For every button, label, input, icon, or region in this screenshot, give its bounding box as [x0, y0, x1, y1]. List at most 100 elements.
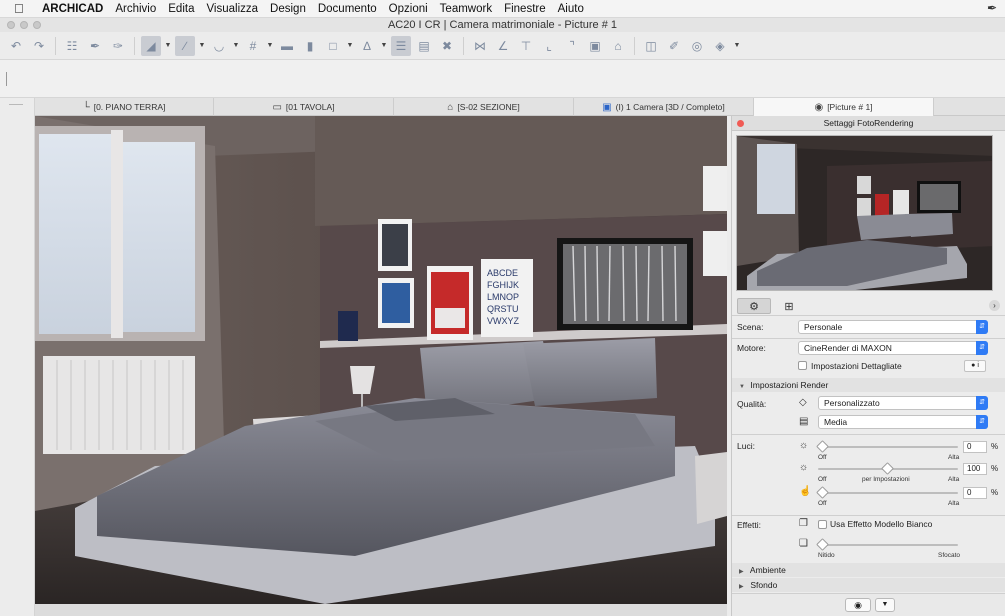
- adjust-icon[interactable]: ⌞: [539, 36, 559, 56]
- white-model-checkbox[interactable]: [818, 520, 827, 529]
- sfondo-section-header[interactable]: ▶ Sfondo: [732, 578, 1005, 592]
- sun-light-slider[interactable]: [816, 440, 958, 454]
- chevron-right-icon[interactable]: ›: [989, 300, 1000, 311]
- tab-tavola[interactable]: ▭ [01 TAVOLA]: [214, 98, 394, 116]
- slider-min-label: Off: [818, 476, 827, 483]
- inject-icon[interactable]: ✑: [108, 36, 128, 56]
- lock-icon[interactable]: ∆: [357, 36, 377, 56]
- window-titlebar: AC20 I CR | Camera matrimoniale - Pictur…: [0, 18, 1005, 32]
- slider-max-label: Alta: [948, 500, 960, 507]
- offset-icon[interactable]: ▣: [585, 36, 605, 56]
- render-camera-button[interactable]: ◉: [845, 598, 871, 612]
- menu-visualizza[interactable]: Visualizza: [200, 3, 264, 15]
- slider-knob[interactable]: [816, 538, 829, 551]
- trace-reference-icon[interactable]: ✖: [437, 36, 457, 56]
- feather-icon[interactable]: ✒: [987, 1, 997, 15]
- scena-select[interactable]: Personale ⇵: [798, 320, 988, 334]
- render-settings-section-header[interactable]: ▼ Impostazioni Render: [732, 378, 1005, 392]
- chevron-down-icon[interactable]: ▼: [164, 36, 172, 56]
- undo-icon[interactable]: ↶: [6, 36, 26, 56]
- chevron-down-icon[interactable]: ▼: [733, 36, 741, 56]
- bedroom-render-image: ABCDE FGHIJK LMNOP QRSTU VWXYZ: [35, 116, 727, 604]
- slider-track: [818, 544, 958, 546]
- slider-max-label: Sfocato: [938, 552, 961, 559]
- lamp-light-value[interactable]: 100: [963, 463, 987, 475]
- slider-knob[interactable]: [881, 462, 894, 475]
- tab-label: [0. PIANO TERRA]: [93, 102, 166, 112]
- chevron-down-icon[interactable]: ▼: [198, 36, 206, 56]
- slider-knob[interactable]: [816, 440, 829, 453]
- panel-footer: ◉ ▼: [732, 593, 1005, 616]
- lamp-light-slider[interactable]: [818, 462, 958, 476]
- snap-guides-icon[interactable]: ∕: [175, 35, 195, 56]
- render-engine-icon: ●: [971, 362, 976, 369]
- sun-light-value[interactable]: 0: [963, 441, 987, 453]
- menu-design[interactable]: Design: [264, 3, 312, 15]
- menu-archivio[interactable]: Archivio: [109, 3, 162, 15]
- render-options-dropdown[interactable]: ▼: [875, 598, 895, 612]
- dettagliate-checkbox[interactable]: [798, 361, 807, 370]
- ruler-icon[interactable]: ▬: [277, 36, 297, 56]
- menu-edita[interactable]: Edita: [162, 3, 200, 15]
- render-preview[interactable]: [736, 135, 993, 291]
- settings-gear-tab[interactable]: ⚙: [737, 298, 771, 314]
- ambiente-section-header[interactable]: ▶ Ambiente: [732, 563, 1005, 577]
- tab-sezione[interactable]: ⌂ [S-02 SEZIONE]: [394, 98, 574, 116]
- chevron-down-icon[interactable]: ▼: [266, 36, 274, 56]
- menu-documento[interactable]: Documento: [312, 3, 383, 15]
- info-button[interactable]: ● i: [964, 360, 986, 372]
- tab-picture[interactable]: ◉ [Picture # 1]: [754, 98, 934, 116]
- guide-lines-icon[interactable]: ◡: [209, 36, 229, 56]
- pick-up-icon[interactable]: ☷: [62, 36, 82, 56]
- chevron-down-icon[interactable]: ▼: [232, 36, 240, 56]
- floorplan-icon: └: [82, 101, 90, 113]
- square-tool-icon[interactable]: □: [323, 36, 343, 56]
- chevron-down-icon[interactable]: ▼: [346, 36, 354, 56]
- info-box: [0, 60, 1005, 98]
- svg-text:QRSTU: QRSTU: [487, 304, 519, 314]
- arrow-tool-icon[interactable]: ◢: [141, 35, 161, 56]
- eyedropper-icon[interactable]: ✒: [85, 36, 105, 56]
- extra-light-value[interactable]: 0: [963, 487, 987, 499]
- render-viewport[interactable]: ABCDE FGHIJK LMNOP QRSTU VWXYZ: [35, 116, 727, 604]
- roof-icon[interactable]: ⌂: [608, 36, 628, 56]
- tab-camera-3d[interactable]: ▣ (I) 1 Camera [3D / Completo]: [574, 98, 754, 116]
- apple-icon[interactable]: : [14, 1, 36, 16]
- split-icon[interactable]: ⋈: [470, 36, 490, 56]
- window-title: AC20 I CR | Camera matrimoniale - Pictur…: [387, 19, 618, 31]
- qualita-level-select[interactable]: Media ⇵: [818, 415, 988, 429]
- intersect-icon[interactable]: ⊤: [516, 36, 536, 56]
- trace-icon[interactable]: ▤: [414, 36, 434, 56]
- divider: [732, 434, 1005, 435]
- menu-aiuto[interactable]: Aiuto: [552, 3, 590, 15]
- layer-icon[interactable]: ▮: [300, 36, 320, 56]
- suspend-groups-icon[interactable]: ☰: [391, 35, 411, 56]
- menu-app[interactable]: ARCHICAD: [36, 3, 109, 15]
- size-grid-tab[interactable]: ⊞: [772, 298, 806, 314]
- slider-knob[interactable]: [816, 486, 829, 499]
- tab-piano-terra[interactable]: └ [0. PIANO TERRA]: [35, 98, 214, 116]
- slider-track: [818, 446, 958, 448]
- trim-icon[interactable]: ∠: [493, 36, 513, 56]
- surface-painter-icon[interactable]: ✐: [664, 36, 684, 56]
- close-panel-button[interactable]: [737, 120, 744, 127]
- menu-opzioni[interactable]: Opzioni: [383, 3, 434, 15]
- motore-select[interactable]: CineRender di MAXON ⇵: [798, 341, 988, 355]
- 3d-window-icon[interactable]: ◎: [687, 36, 707, 56]
- depth-of-field-slider[interactable]: [816, 538, 958, 552]
- qualita-preset-select[interactable]: Personalizzato ⇵: [818, 396, 988, 410]
- white-model-label: Usa Effetto Modello Bianco: [830, 519, 933, 529]
- 3d-selection-icon[interactable]: ◫: [641, 36, 661, 56]
- chevron-down-icon[interactable]: ▼: [380, 36, 388, 56]
- render-icon[interactable]: ◈: [710, 36, 730, 56]
- grid-snap-icon[interactable]: #: [243, 36, 263, 56]
- menu-teamwork[interactable]: Teamwork: [434, 3, 498, 15]
- slider-max-label: Alta: [948, 476, 960, 483]
- camera-icon: ◉: [854, 600, 862, 610]
- toolbox-grip[interactable]: [9, 104, 23, 105]
- fillet-icon[interactable]: ⌝: [562, 36, 582, 56]
- qualita-level-value: Media: [824, 417, 848, 427]
- menu-finestre[interactable]: Finestre: [498, 3, 552, 15]
- redo-icon[interactable]: ↷: [29, 36, 49, 56]
- extra-light-slider[interactable]: [816, 486, 958, 500]
